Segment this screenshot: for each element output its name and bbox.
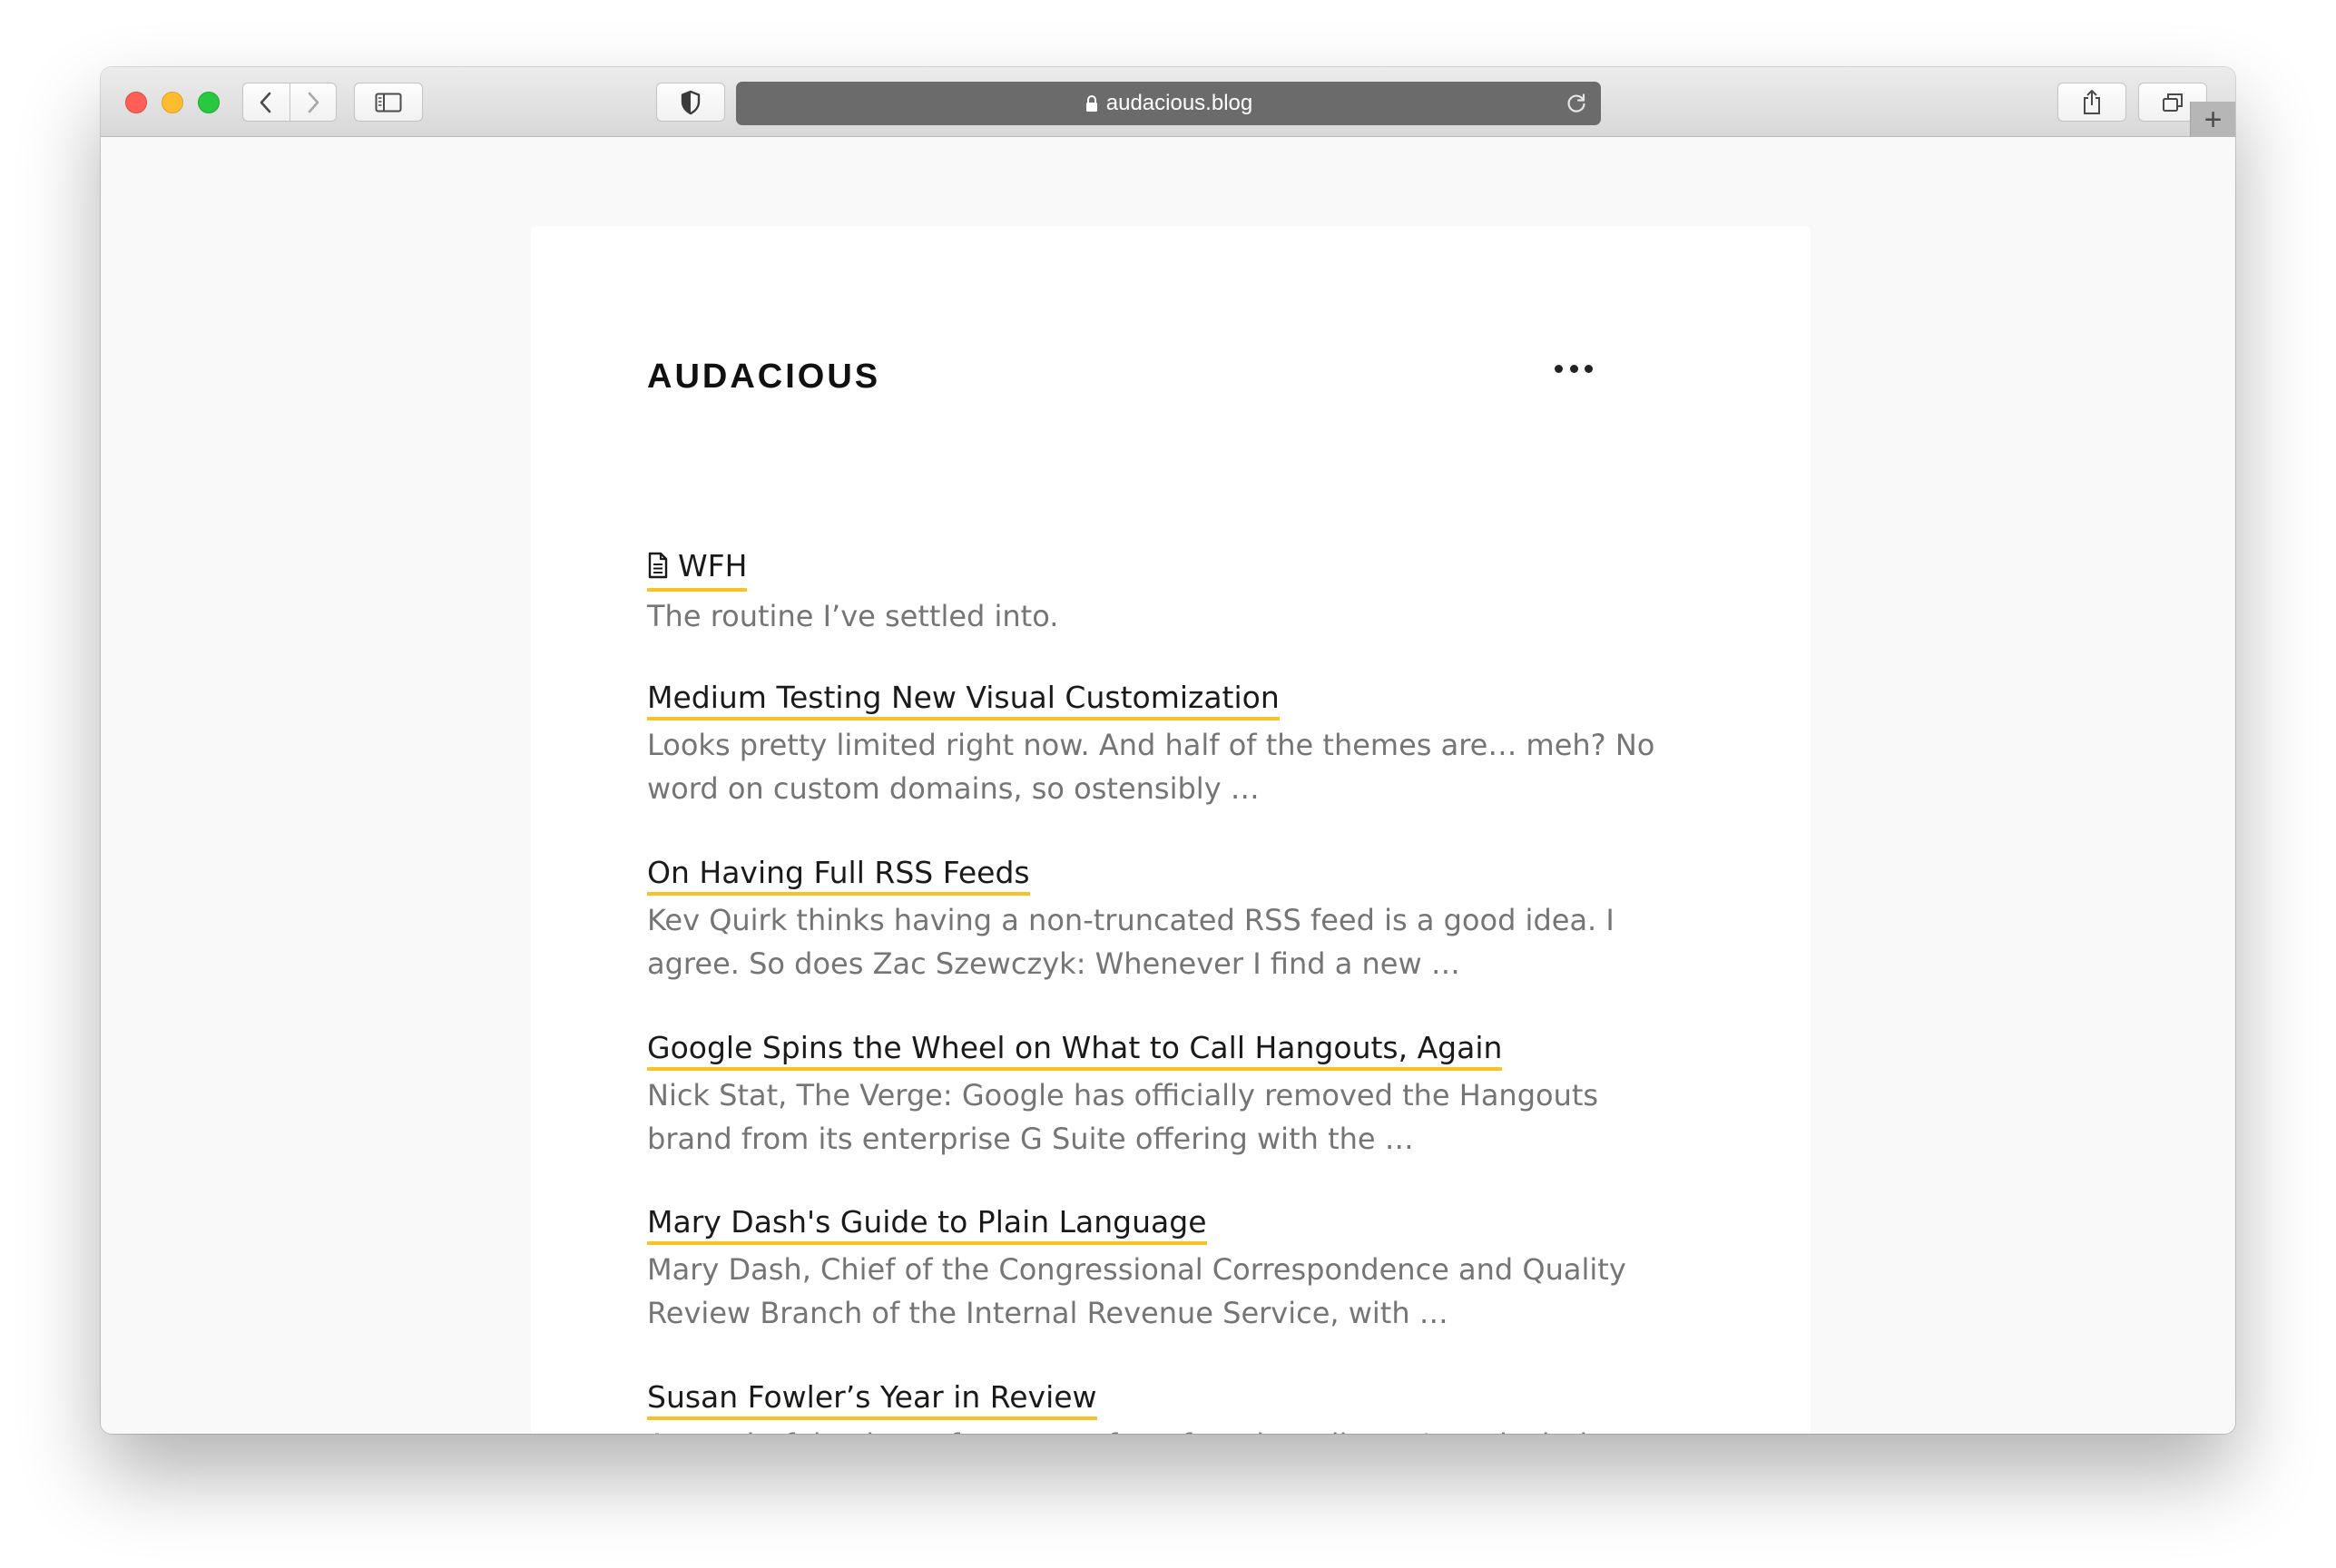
- share-icon: [2081, 89, 2103, 116]
- close-window-button[interactable]: [125, 92, 147, 113]
- plus-icon: +: [2203, 102, 2223, 137]
- menu-dot: [1569, 364, 1578, 373]
- post-excerpt: The routine I’ve settled into.: [647, 599, 1059, 633]
- privacy-report-button[interactable]: [656, 83, 725, 122]
- address-bar[interactable]: audacious.blog: [736, 82, 1601, 125]
- address-text: audacious.blog: [1105, 91, 1253, 115]
- shield-icon: [680, 90, 702, 115]
- page-content: AUDACIOUS WFH The routine I’ve settled i…: [101, 137, 2235, 1434]
- chevron-left-icon: [259, 91, 273, 114]
- chevron-right-icon: [306, 91, 320, 114]
- tabs-icon: [2161, 92, 2184, 113]
- menu-dot: [1555, 364, 1563, 373]
- more-menu-button[interactable]: [1555, 362, 1593, 375]
- post-excerpt: A wonderful writeup from one of my favor…: [647, 1423, 1691, 1434]
- post-link[interactable]: On Having Full RSS Feeds: [647, 855, 1030, 896]
- post-excerpt: Mary Dash, Chief of the Congressional Co…: [647, 1252, 1626, 1330]
- post-link[interactable]: Susan Fowler’s Year in Review: [647, 1379, 1097, 1420]
- post-list-item: On Having Full RSS Feeds Kev Quirk think…: [647, 855, 1691, 985]
- post-title-text: WFH: [678, 548, 748, 583]
- post-excerpt: Kev Quirk thinks having a non-truncated …: [647, 903, 1615, 981]
- post-list-item: Mary Dash's Guide to Plain Language Mary…: [647, 1204, 1691, 1335]
- post-list-item: Medium Testing New Visual Customization …: [647, 680, 1691, 810]
- browser-toolbar: audacious.blog +: [101, 67, 2235, 137]
- post-list-item: WFH The routine I’ve settled into.: [647, 548, 1691, 638]
- navigation-buttons: [242, 83, 337, 122]
- site-title[interactable]: AUDACIOUS: [647, 359, 880, 394]
- post-link[interactable]: Medium Testing New Visual Customization: [647, 680, 1280, 720]
- share-button[interactable]: [2057, 83, 2126, 122]
- reload-icon[interactable]: [1565, 92, 1588, 122]
- browser-window: audacious.blog + AUDACIOUS WFH The routi…: [101, 67, 2235, 1434]
- zoom-window-button[interactable]: [198, 92, 220, 113]
- post-link[interactable]: Google Spins the Wheel on What to Call H…: [647, 1030, 1503, 1071]
- sidebar-toggle-button[interactable]: [354, 83, 423, 122]
- menu-dot: [1585, 364, 1593, 373]
- blog-container: AUDACIOUS WFH The routine I’ve settled i…: [531, 226, 1811, 1434]
- back-button[interactable]: [243, 83, 290, 121]
- post-link[interactable]: WFH: [647, 548, 748, 592]
- minimize-window-button[interactable]: [162, 92, 183, 113]
- new-tab-button[interactable]: +: [2190, 102, 2235, 137]
- post-list-item: Susan Fowler’s Year in Review A wonderfu…: [647, 1379, 1691, 1434]
- post-list-item: Google Spins the Wheel on What to Call H…: [647, 1030, 1691, 1161]
- lock-icon: [1085, 94, 1099, 113]
- sidebar-icon: [375, 93, 402, 113]
- post-link[interactable]: Mary Dash's Guide to Plain Language: [647, 1204, 1207, 1245]
- post-excerpt: Nick Stat, The Verge: Google has officia…: [647, 1078, 1599, 1156]
- post-excerpt: Looks pretty limited right now. And half…: [647, 728, 1655, 806]
- forward-button[interactable]: [290, 83, 337, 121]
- document-icon: [647, 551, 669, 587]
